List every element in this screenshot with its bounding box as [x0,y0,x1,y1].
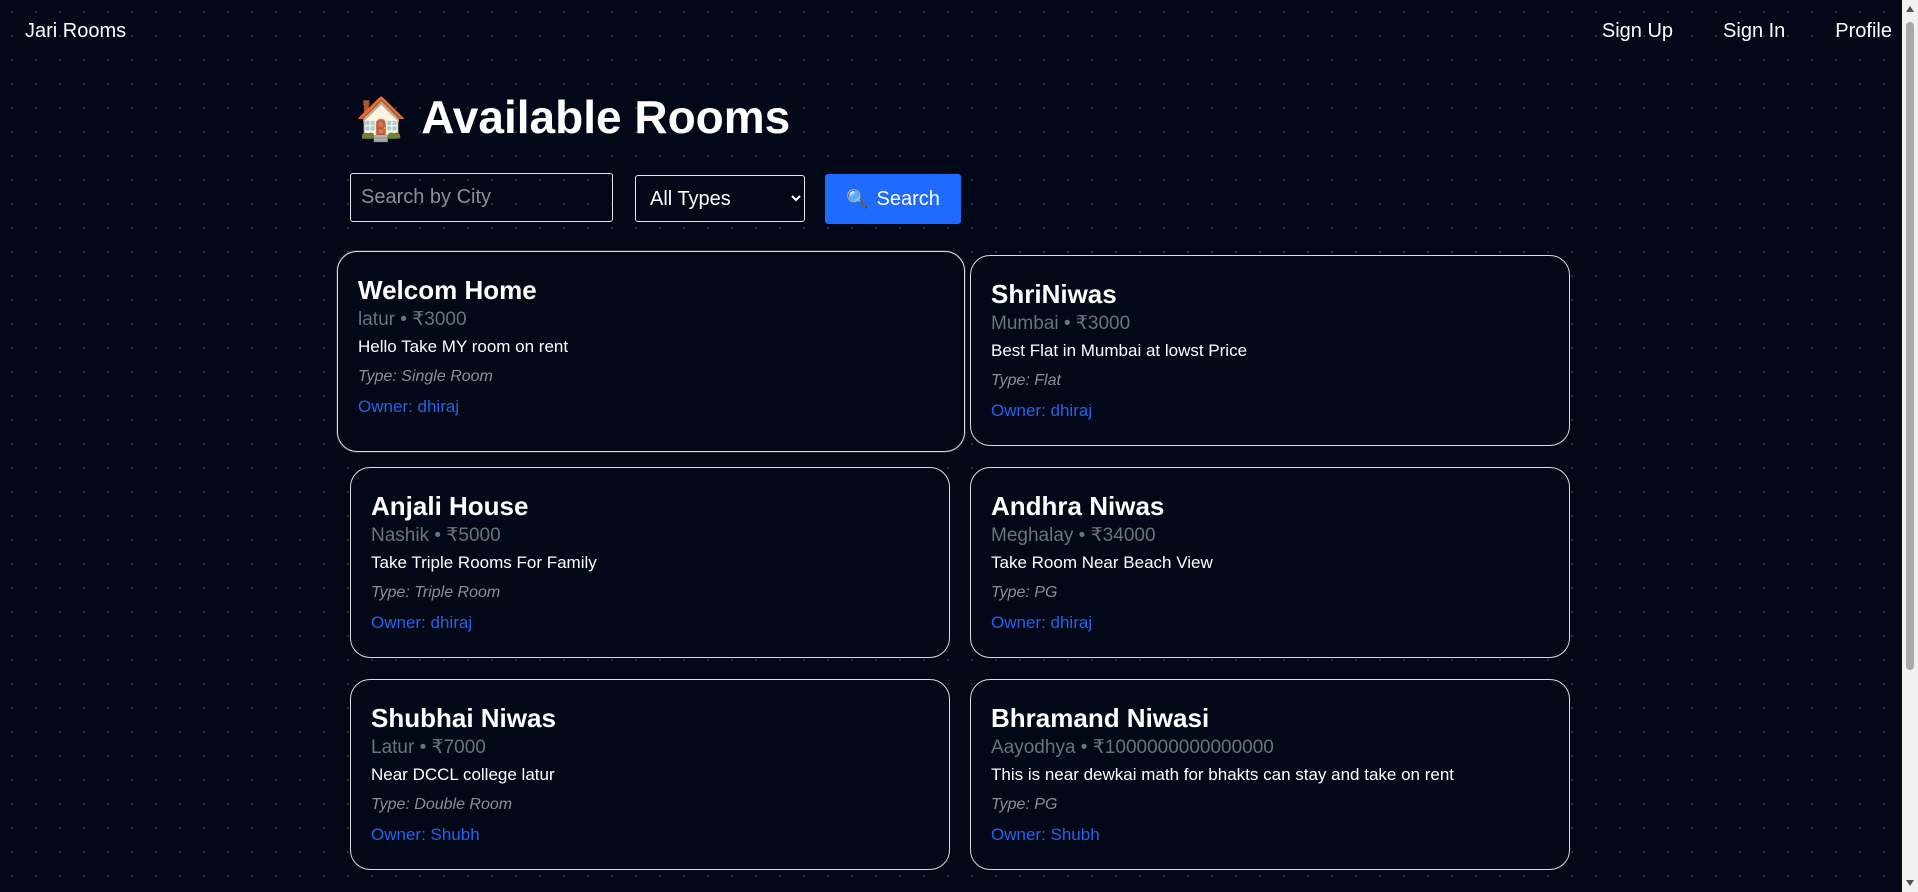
room-type: Type: Single Room [358,368,493,385]
room-owner-link[interactable]: Owner: dhiraj [991,613,1549,633]
room-card[interactable]: Andhra Niwas Meghalay • ₹34000 Take Room… [970,467,1570,658]
room-description: Best Flat in Mumbai at lowst Price [991,341,1248,360]
room-type: Type: Triple Room [371,584,501,601]
brand-link[interactable]: Jari Rooms [25,20,126,43]
page-scrollbar[interactable] [1902,0,1918,892]
search-city-input[interactable] [350,173,613,222]
room-type: Type: PG [991,796,1058,813]
room-type: Type: PG [991,584,1058,601]
room-location-price: Meghalay • ₹34000 [991,525,1156,546]
room-card[interactable]: Welcom Home latur • ₹3000 Hello Take MY … [337,251,965,452]
room-location-price: Latur • ₹7000 [371,737,486,758]
room-description: Take Triple Rooms For Family [371,553,597,572]
room-card[interactable]: Anjali House Nashik • ₹5000 Take Triple … [350,467,950,658]
room-owner-link[interactable]: Owner: dhiraj [371,613,929,633]
room-description: This is near dewkai math for bhakts can … [991,765,1455,784]
room-location-price: Aayodhya • ₹1000000000000000 [991,737,1274,758]
room-owner-link[interactable]: Owner: Shubh [371,825,929,845]
room-location-price: Nashik • ₹5000 [371,525,501,546]
room-name: Bhramand Niwasi [991,703,1210,733]
rooms-grid: Welcom Home latur • ₹3000 Hello Take MY … [337,251,1570,870]
room-name: Anjali House [371,491,529,521]
search-button-label: Search [876,187,940,210]
house-icon: 🏠 [355,95,408,142]
room-location-price: Mumbai • ₹3000 [991,313,1131,334]
room-location-price: latur • ₹3000 [358,309,467,330]
room-name: Andhra Niwas [991,491,1165,521]
room-owner-link[interactable]: Owner: dhiraj [991,401,1549,421]
room-description: Near DCCL college latur [371,765,555,784]
room-name: ShriNiwas [991,279,1117,309]
scrollbar-thumb[interactable] [1906,22,1914,670]
sign-up-link[interactable]: Sign Up [1602,20,1673,43]
nav-links: Sign Up Sign In Profile [1602,20,1892,43]
scroll-down-arrow-icon[interactable] [1906,880,1914,886]
room-name: Welcom Home [358,275,537,305]
page-title-text: Available Rooms [421,91,791,143]
room-card[interactable]: Bhramand Niwasi Aayodhya • ₹100000000000… [970,679,1570,870]
room-description: Take Room Near Beach View [991,553,1213,572]
room-name: Shubhai Niwas [371,703,556,733]
top-navbar: Jari Rooms Sign Up Sign In Profile [0,0,1902,62]
room-type: Type: Flat [991,372,1061,389]
room-type-select[interactable]: All Types [635,175,805,222]
room-owner-link[interactable]: Owner: dhiraj [358,397,944,417]
room-description: Hello Take MY room on rent [358,337,569,356]
search-button[interactable]: 🔍 Search [825,174,961,224]
page-title: 🏠 Available Rooms [355,90,790,144]
room-type: Type: Double Room [371,796,513,813]
room-card[interactable]: Shubhai Niwas Latur • ₹7000 Near DCCL co… [350,679,950,870]
profile-link[interactable]: Profile [1835,20,1892,43]
search-icon: 🔍 [846,188,869,209]
room-card[interactable]: ShriNiwas Mumbai • ₹3000 Best Flat in Mu… [970,255,1570,446]
sign-in-link[interactable]: Sign In [1723,20,1785,43]
scroll-up-arrow-icon[interactable] [1906,6,1914,12]
room-owner-link[interactable]: Owner: Shubh [991,825,1549,845]
